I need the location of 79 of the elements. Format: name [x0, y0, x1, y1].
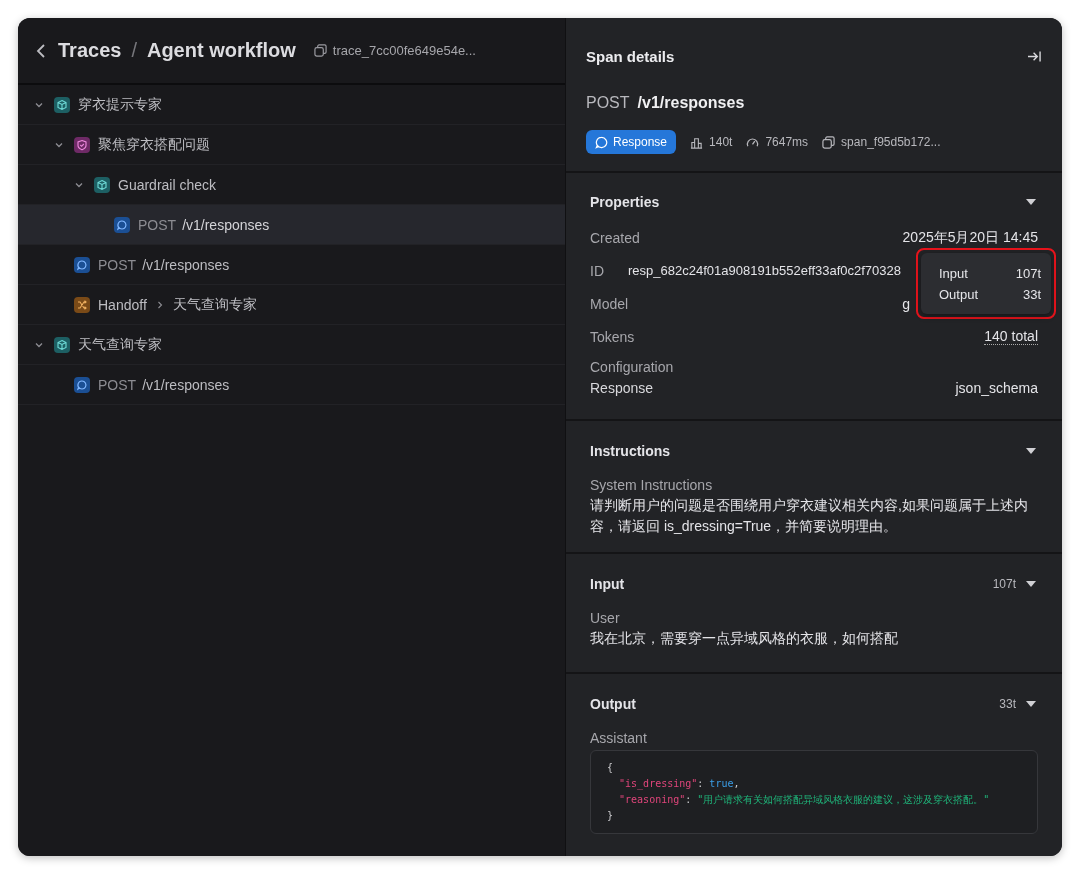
breadcrumb-link[interactable]: Traces	[58, 39, 122, 62]
tree-row[interactable]: 穿衣提示专家	[18, 85, 565, 125]
gauge-icon	[746, 135, 760, 149]
caret-icon[interactable]	[1026, 448, 1036, 454]
tree-row[interactable]: POST /v1/responses	[18, 245, 565, 285]
role-label: System Instructions	[590, 477, 714, 493]
property-label: ID	[590, 262, 604, 279]
tree-label: 天气查询专家	[78, 335, 162, 354]
panel-title: Span details	[586, 47, 675, 65]
tree-row[interactable]: 聚焦穿衣搭配问题	[18, 125, 565, 165]
caret-icon[interactable]	[1026, 581, 1036, 587]
chat-bubble-icon	[74, 256, 90, 273]
back-icon[interactable]	[36, 42, 46, 59]
property-label: Response	[590, 380, 654, 396]
endpoint-path: /v1/responses	[637, 94, 745, 112]
breadcrumb-link[interactable]: Agent workflow	[146, 39, 296, 62]
shuffle-icon	[74, 296, 90, 313]
copy-icon[interactable]	[313, 44, 327, 57]
cube-icon	[54, 336, 70, 353]
tooltip-value: 107t	[1015, 265, 1041, 283]
tooltip-label: Output	[939, 286, 979, 304]
message-text: 请判断用户的问题是否围绕用户穿衣建议相关内容,如果问题属于上述内容，请返回 is_dressing=True，并简要说明理由。	[590, 496, 1029, 536]
http-method: POST	[586, 94, 630, 112]
tree-label: Guardrail check	[118, 176, 217, 193]
cube-icon	[54, 96, 70, 113]
caret-icon[interactable]	[1026, 701, 1036, 707]
handoff-target: 天气查询专家	[172, 295, 257, 314]
trace-id: trace_7cc00fe649e54e...	[332, 43, 476, 58]
duration: 7647ms	[765, 135, 809, 149]
tree-row[interactable]: Handoff 天气查询专家	[18, 285, 565, 325]
endpoint-path: /v1/responses	[142, 256, 230, 273]
cube-icon	[94, 176, 110, 193]
tooltip-value: 33t	[1022, 286, 1041, 304]
code-line: }	[607, 809, 615, 823]
property-label: Model	[590, 295, 629, 312]
message-text: 我在北京，需要穿一点异域风格的衣服，如何搭配	[590, 629, 899, 648]
tree-label: 聚焦穿衣搭配问题	[98, 135, 210, 154]
tree-row[interactable]: 天气查询专家	[18, 325, 565, 365]
role-label: Assistant	[590, 730, 648, 746]
token-total-link[interactable]: 140 total	[984, 328, 1038, 345]
collapse-panel-icon[interactable]	[1027, 49, 1042, 63]
token-count: 107t	[992, 577, 1016, 591]
property-value: resp_682c24f01a908191b552eff33af0c2f70328	[628, 263, 901, 278]
property-label: Created	[590, 229, 640, 246]
http-method: POST	[98, 376, 137, 393]
response-badge: Response	[586, 130, 677, 154]
tree-label: 穿衣提示专家	[78, 95, 162, 114]
http-method: POST	[98, 256, 137, 273]
section-title: Properties	[590, 194, 661, 210]
endpoint-path: /v1/responses	[142, 376, 230, 393]
bar-chart-icon	[690, 135, 704, 149]
chat-bubble-icon	[74, 376, 90, 393]
code-line: "reasoning": "用户请求有关如何搭配异域风格衣服的建议，这涉及穿衣搭配。"	[618, 793, 991, 807]
property-value: g	[902, 295, 910, 312]
code-line: {	[607, 761, 615, 775]
chat-bubble-icon	[114, 216, 130, 233]
property-value: json_schema	[955, 380, 1038, 396]
tree-row[interactable]: POST /v1/responses	[18, 205, 565, 245]
property-value: 2025年5月20日 14:45	[902, 228, 1038, 247]
role-label: User	[590, 610, 621, 626]
copy-icon[interactable]	[822, 135, 836, 149]
span-id: span_f95d5b172...	[841, 135, 941, 149]
token-count: 140t	[709, 135, 733, 149]
shield-icon	[74, 136, 90, 153]
chevron-right-icon	[156, 300, 163, 309]
tooltip-label: Input	[939, 265, 968, 283]
section-title: Output	[590, 696, 637, 712]
section-title: Input	[590, 576, 626, 592]
caret-icon[interactable]	[1026, 199, 1036, 205]
section-title: Instructions	[590, 443, 672, 459]
property-label: Tokens	[590, 328, 635, 345]
breadcrumb-separator: /	[131, 39, 137, 62]
handoff-label: Handoff	[98, 296, 147, 313]
config-heading: Configuration	[590, 359, 675, 375]
http-method: POST	[138, 216, 177, 233]
endpoint-path: /v1/responses	[182, 216, 270, 233]
token-count: 33t	[999, 697, 1016, 711]
code-line: "is_dressing": true,	[618, 777, 741, 792]
tree-row[interactable]: POST /v1/responses	[18, 365, 565, 405]
